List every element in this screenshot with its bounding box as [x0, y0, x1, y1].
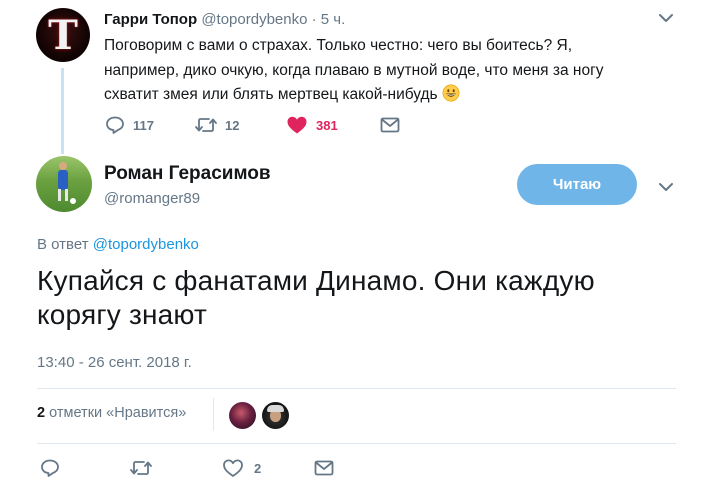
reply-button[interactable]: 117: [105, 114, 154, 136]
liker-avatar[interactable]: [229, 402, 256, 429]
retweet-button[interactable]: [130, 456, 152, 480]
like-count: 2: [254, 460, 262, 476]
divider: [37, 443, 676, 444]
avatar-photo-legs: [58, 189, 68, 201]
follow-button[interactable]: Читаю: [517, 164, 637, 205]
tweet-text-line: Поговорим с вами о страхах. Только честн…: [104, 37, 572, 54]
avatar-logo: Т: [48, 12, 78, 59]
tweet-timestamp[interactable]: 13:40 - 26 сент. 2018 г.: [37, 354, 192, 371]
author-handle[interactable]: @topordybenko: [201, 11, 307, 28]
avatar-photo-body: [58, 170, 68, 190]
heart-outline-icon: [223, 459, 243, 477]
avatar[interactable]: Т: [36, 8, 90, 62]
reply-icon: [106, 116, 124, 134]
retweet-button[interactable]: 12: [195, 114, 239, 136]
likes-summary-label: отметки «Нравится»: [49, 405, 187, 421]
reply-prefix: В ответ: [37, 236, 89, 253]
tweet-time[interactable]: 5 ч.: [321, 11, 346, 28]
author-name[interactable]: Гарри Топор: [104, 11, 197, 28]
liker-avatar-hat: [267, 405, 284, 412]
reply-button[interactable]: [40, 456, 60, 480]
tweet-header: Гарри Топор @topordybenko · 5 ч.: [104, 11, 345, 28]
like-count: 381: [316, 117, 338, 133]
like-button[interactable]: 381: [286, 114, 338, 136]
grinning-face-emoji: [442, 84, 460, 102]
divider: [37, 388, 676, 389]
separator-dot: ·: [311, 11, 317, 28]
reply-count: 117: [133, 117, 154, 133]
retweet-count: 12: [225, 117, 240, 133]
retweet-icon: [195, 118, 217, 132]
like-button[interactable]: 2: [222, 456, 261, 480]
parent-tweet[interactable]: Т Гарри Топор @topordybenko · 5 ч. Погов…: [0, 0, 710, 154]
tweet-text-line-last: схватит змея или блять мертвец какой-ниб…: [104, 83, 664, 108]
tweet-text-line: например, дико очкую, когда плаваю в мут…: [104, 61, 604, 79]
reply-icon: [41, 459, 59, 477]
avatar-photo-head: [59, 162, 67, 170]
dm-button[interactable]: [380, 114, 400, 136]
dm-button[interactable]: [314, 456, 334, 480]
vertical-divider: [213, 398, 214, 431]
likes-summary-count: 2: [37, 405, 46, 421]
likes-summary[interactable]: 2 отметки «Нравится»: [37, 405, 186, 421]
reply-context: В ответ @topordybenko: [37, 236, 199, 253]
reply-mention-link[interactable]: @topordybenko: [93, 236, 199, 253]
avatar[interactable]: [36, 156, 92, 212]
author-handle[interactable]: @romanger89: [104, 190, 200, 207]
avatar-photo-ball: [70, 198, 76, 204]
tweet-text: Поговорим с вами о страхах. Только честн…: [104, 34, 664, 108]
envelope-icon: [314, 460, 334, 476]
chevron-down-icon[interactable]: [656, 8, 676, 28]
retweet-icon: [130, 461, 152, 475]
heart-icon: [287, 116, 307, 134]
tweet-text: Купайся с фанатами Динамо. Они каждую ко…: [37, 264, 687, 332]
chevron-down-icon[interactable]: [656, 177, 676, 197]
author-name[interactable]: Роман Герасимов: [104, 163, 271, 185]
envelope-icon: [380, 117, 400, 133]
tweet-text-line: Купайся с фанатами Динамо. Они каждую: [37, 265, 595, 296]
tweet-text-line: корягу знают: [37, 299, 208, 330]
thread-connector: [61, 68, 64, 154]
liker-avatar[interactable]: [262, 402, 289, 429]
tweet-text-line: схватит змея или блять мертвец какой-ниб…: [104, 86, 438, 103]
